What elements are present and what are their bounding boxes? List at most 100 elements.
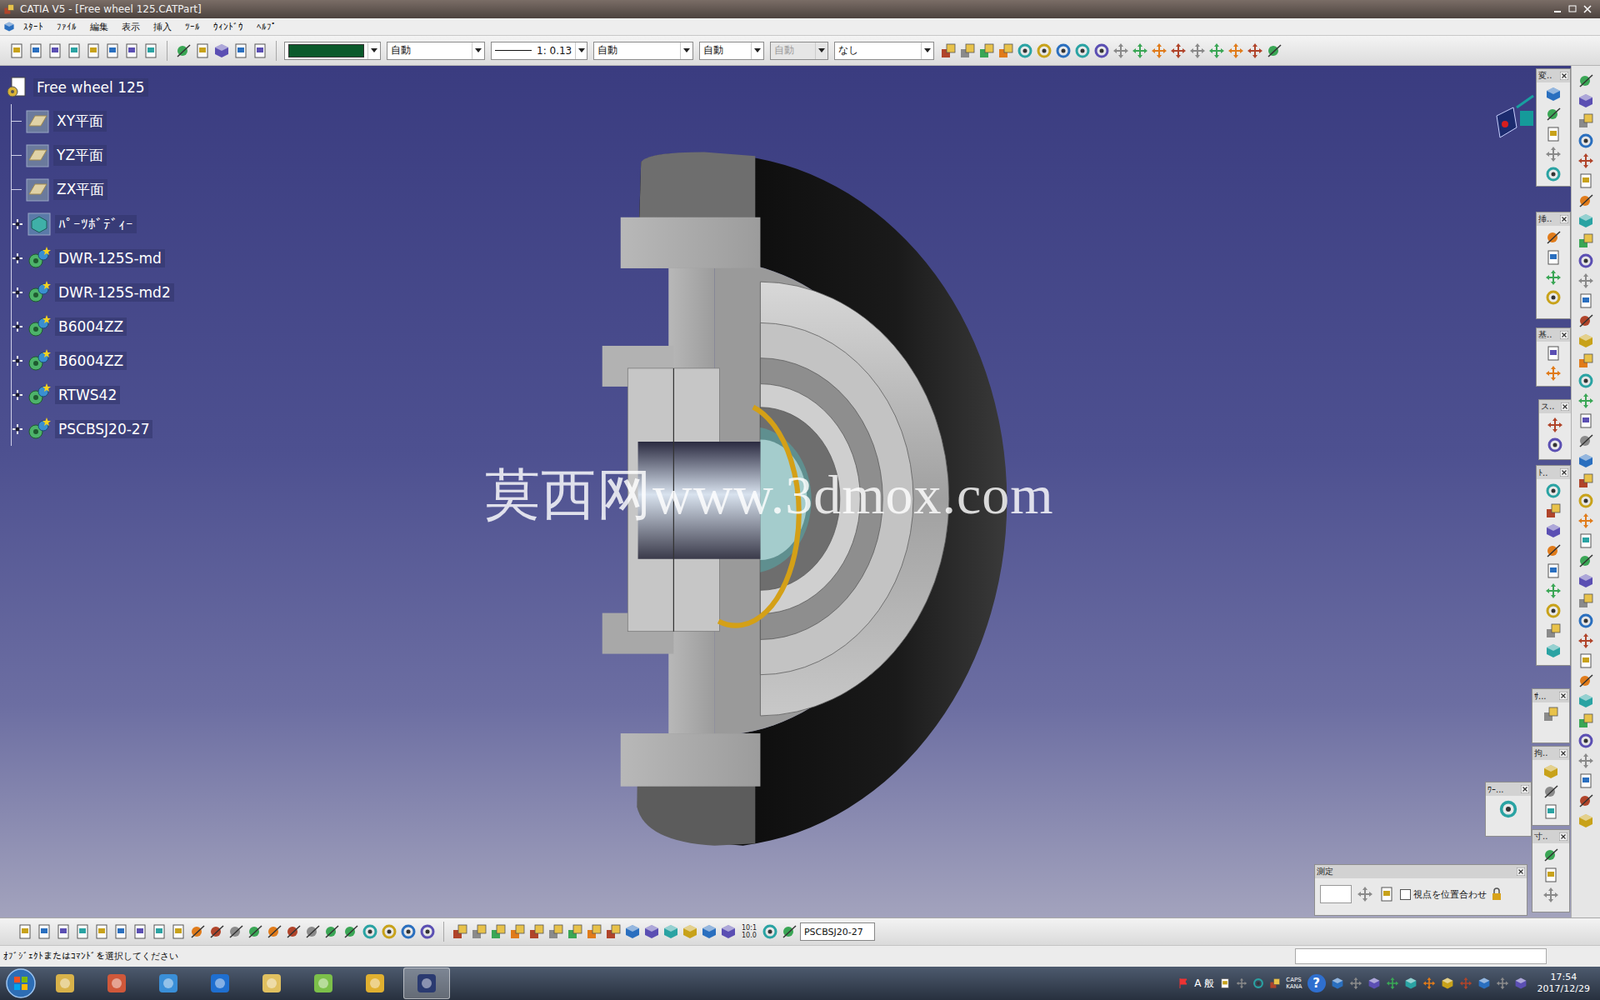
tool-icon[interactable] [104,42,121,60]
tool-icon[interactable] [1093,42,1110,60]
tool-icon[interactable] [1545,365,1562,382]
tool-icon[interactable] [1016,42,1034,60]
tool-icon[interactable] [1546,416,1564,434]
tool-icon[interactable] [1577,612,1595,630]
tool-icon[interactable] [1542,846,1560,864]
tool-icon[interactable] [1246,42,1264,60]
tray-icon[interactable] [1477,976,1491,990]
tray-icon[interactable] [1404,976,1418,990]
tool-icon[interactable] [643,923,660,940]
taskbar-app[interactable] [41,967,89,1000]
dropdown-arrow-icon[interactable] [578,48,585,54]
tool-icon[interactable] [74,923,91,940]
floating-toolbar[interactable]: 基.. [1535,327,1571,387]
floating-toolbar[interactable]: 寸.. [1531,829,1570,913]
property-dropdown[interactable]: 自動 [593,41,694,60]
tool-icon[interactable] [490,923,507,940]
tool-icon[interactable] [1545,269,1562,286]
tray-icon[interactable] [1385,976,1400,990]
close-icon[interactable] [1559,749,1568,758]
tool-icon[interactable] [624,923,641,940]
ime-tool-icon[interactable] [1269,977,1281,990]
tree-item[interactable]: XY平面 [11,104,175,139]
tool-icon[interactable] [978,42,995,60]
tool-icon[interactable] [1577,432,1595,450]
tool-icon[interactable] [1227,42,1245,60]
workbench-gear-icon[interactable] [1498,799,1519,820]
dropdown-arrow-icon[interactable] [818,48,825,54]
dropdown-arrow-icon[interactable] [924,48,931,54]
workbench-panel[interactable]: ﾜｰ... [1485,781,1532,837]
tool-icon[interactable] [1577,492,1595,510]
tool-icon[interactable] [509,923,526,940]
tool-icon[interactable] [1577,812,1595,830]
tool-icon[interactable] [1545,622,1562,640]
tool-icon[interactable] [585,923,603,940]
tool-icon[interactable] [1545,502,1562,520]
tool-icon[interactable] [1265,42,1283,60]
catia-logo-icon[interactable] [3,3,15,15]
tool-icon[interactable] [1577,312,1595,330]
tool-icon[interactable] [1577,152,1595,170]
tool-icon[interactable] [93,923,110,940]
tool-icon[interactable] [1055,42,1072,60]
tool-icon[interactable] [1577,272,1595,290]
tool-icon[interactable] [46,42,64,60]
tree-item[interactable]: RTWS42 [11,377,175,412]
dropdown-arrow-icon[interactable] [683,48,690,54]
tool-icon[interactable] [1577,512,1595,530]
flag-icon[interactable] [1177,977,1190,990]
tool-icon[interactable] [1577,532,1595,550]
tool-icon[interactable] [55,923,72,940]
tool-icon[interactable] [1542,763,1560,780]
tree-item[interactable]: B6004ZZ [11,309,175,344]
app-menu-icon[interactable] [3,20,15,33]
tool-icon[interactable] [1542,866,1560,884]
close-icon[interactable] [1560,330,1569,340]
tool-icon[interactable] [1577,752,1595,770]
expand-plus-icon[interactable] [11,320,24,333]
tool-icon[interactable] [720,923,737,940]
expand-plus-icon[interactable] [11,389,24,401]
close-icon[interactable] [1559,691,1568,700]
tool-icon[interactable] [997,42,1015,60]
tool-icon[interactable] [123,42,140,60]
tool-icon[interactable] [1577,692,1595,710]
tree-item[interactable]: PSCBSJ20-27 [11,411,175,446]
minimize-icon[interactable] [1551,4,1564,15]
restore-icon[interactable] [1566,4,1579,15]
tool-icon[interactable] [1577,412,1595,430]
expand-plus-icon[interactable] [11,218,24,230]
compass-icon[interactable] [1488,90,1539,150]
tree-item[interactable]: ﾊﾟｰﾂﾎﾞﾃﾞｨｰ [11,206,175,241]
tool-icon[interactable] [470,923,488,940]
tool-icon[interactable] [232,42,250,60]
tree-item[interactable]: B6004ZZ [11,343,175,378]
expand-plus-icon[interactable] [11,423,24,435]
tool-icon[interactable] [700,923,718,940]
tool-icon[interactable] [323,923,340,940]
tray-icon[interactable] [1330,976,1345,990]
tool-icon[interactable] [566,923,584,940]
tray-icon[interactable] [1422,976,1436,990]
tool-icon[interactable] [1542,705,1560,723]
start-orb-icon[interactable] [5,967,37,1000]
tool-icon[interactable] [1577,212,1595,230]
tool-icon[interactable] [304,923,321,940]
tool-icon[interactable] [1577,72,1595,90]
tool-icon[interactable] [170,923,187,940]
close-icon[interactable] [1559,832,1568,841]
tool-icon[interactable] [342,923,360,940]
measure-combo[interactable] [1320,885,1352,904]
tool-icon[interactable] [1577,472,1595,490]
tool-icon[interactable] [1577,732,1595,750]
tool-icon[interactable] [1577,792,1595,810]
tool-icon[interactable] [1577,632,1595,650]
tool-icon[interactable] [1545,125,1562,143]
tool-icon[interactable] [1577,192,1595,210]
tool-icon[interactable] [1545,482,1562,500]
menu-item[interactable]: ｳｨﾝﾄﾞｳ [208,20,249,34]
3d-canvas[interactable]: Free wheel 125XY平面YZ平面ZX平面ﾊﾟｰﾂﾎﾞﾃﾞｨｰDWR-… [0,65,1571,918]
floating-toolbar[interactable]: 挿.. [1535,211,1571,320]
tool-icon[interactable] [1208,42,1225,60]
